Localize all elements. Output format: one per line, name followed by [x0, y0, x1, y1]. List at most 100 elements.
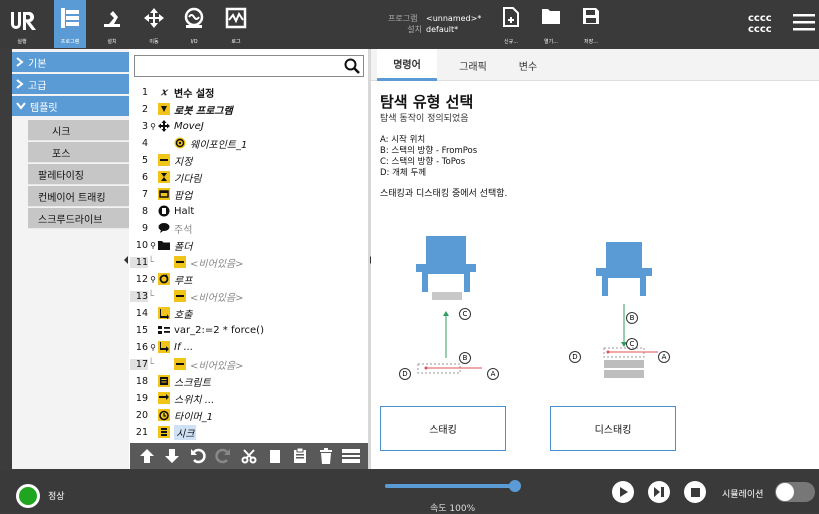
collapse-left-arrow-icon[interactable] — [123, 255, 129, 265]
sidebar-item-force[interactable]: 포스 — [28, 142, 129, 163]
tab-variables[interactable]: 변수 — [503, 49, 553, 81]
search-input[interactable] — [134, 55, 364, 77]
nav-program[interactable]: 프로그램 — [54, 0, 86, 48]
sidebar-templates[interactable]: 템플릿 — [12, 96, 129, 116]
tree-row[interactable]: 14 호출 — [130, 305, 368, 322]
tree-row[interactable]: 15 var_2:=2 * force() — [130, 322, 368, 339]
tree-row[interactable]: 18 스크립트 — [130, 373, 368, 390]
line-number: 19 — [135, 392, 148, 404]
tree-row[interactable]: 4 웨이포인트_1 — [130, 135, 368, 152]
cut-button[interactable] — [239, 446, 259, 466]
chevron-right-icon — [16, 57, 24, 67]
tree-row[interactable]: 16 ⚲ If ... — [130, 339, 368, 356]
redo-button[interactable] — [213, 446, 233, 466]
instruction-text: 스태킹과 디스태킹 중에서 선택함. — [380, 189, 508, 199]
destacking-button[interactable]: 디스태킹 — [550, 406, 676, 451]
tree-row[interactable]: 1 𝑥 변수 설정 — [130, 84, 368, 101]
tree-row[interactable]: 6 기다림 — [130, 169, 368, 186]
step-button[interactable] — [648, 481, 670, 503]
nav-log[interactable]: 로그 — [220, 0, 252, 48]
program-icon — [61, 8, 79, 28]
clipboard-icon — [294, 448, 307, 463]
tree-row-label: 지정 — [174, 156, 193, 168]
nav-io-label: I/O — [190, 39, 198, 45]
expand-pin-icon[interactable]: ⚲ — [148, 241, 158, 250]
toggle-knob — [776, 483, 794, 501]
empty-icon — [174, 358, 186, 371]
simulation-toggle[interactable] — [775, 482, 815, 502]
copy-button[interactable] — [265, 446, 285, 466]
if-icon — [158, 341, 170, 354]
tab-command[interactable]: 명령어 — [377, 49, 437, 81]
empty-icon — [174, 256, 186, 269]
sidebar-advanced[interactable]: 고급 — [12, 74, 129, 94]
undo-button[interactable] — [188, 446, 208, 466]
tree-row[interactable]: 11 └ <비어있음> — [130, 254, 368, 271]
stop-button[interactable] — [684, 481, 706, 503]
tree-row[interactable]: 7 팝업 — [130, 186, 368, 203]
tab-graphics[interactable]: 그래픽 — [443, 49, 503, 81]
line-number: 17 — [130, 358, 148, 370]
new-file-button[interactable]: 신규... — [498, 0, 524, 48]
line-number: 5 — [141, 154, 148, 166]
program-tree: 1 𝑥 변수 설정 2 로봇 프로그램 3 ⚲ MoveJ 4 웨이포인트_1 … — [130, 49, 368, 469]
delete-button[interactable] — [316, 446, 336, 466]
stacking-illustration — [416, 236, 482, 374]
speed-slider-thumb[interactable] — [509, 480, 521, 492]
tree-row[interactable]: 9 주석 — [130, 220, 368, 237]
step-icon — [654, 487, 664, 497]
paste-button[interactable] — [290, 446, 310, 466]
play-button[interactable] — [612, 481, 634, 503]
tree-row[interactable]: 8 Halt — [130, 203, 368, 220]
sidebar-item-seek[interactable]: 시크 — [28, 120, 129, 141]
tree-row[interactable]: 19 스위치 ... — [130, 390, 368, 407]
sidebar-basic[interactable]: 기본 — [12, 52, 129, 72]
hamburger-menu-button[interactable] — [793, 12, 815, 34]
nav-move[interactable]: 이동 — [138, 0, 170, 48]
redo-icon — [215, 448, 231, 464]
tree-toolbar — [130, 443, 368, 469]
move-down-button[interactable] — [162, 446, 182, 466]
tab-label: 그래픽 — [459, 61, 487, 73]
save-file-button[interactable]: 저장... — [578, 0, 604, 48]
hourglass-icon — [158, 171, 170, 184]
expand-pin-icon[interactable]: ⚲ — [148, 122, 158, 131]
flag-icon — [158, 103, 170, 116]
speed-slider[interactable] — [385, 480, 521, 492]
suppress-button[interactable] — [341, 446, 361, 466]
sidebar-item-palletizing[interactable]: 팔레타이징 — [28, 164, 129, 185]
nav-install[interactable]: 설치 — [96, 0, 128, 48]
arrow-up-icon — [139, 449, 154, 463]
open-file-button[interactable]: 열기... — [538, 0, 564, 48]
marker-a-destack: A — [658, 351, 670, 363]
tree-row[interactable]: 17 └ <비어있음> — [130, 356, 368, 373]
tab-label: 명령어 — [393, 60, 421, 71]
tree-row[interactable]: 20 타이머_1 — [130, 407, 368, 424]
expand-pin-icon[interactable]: ⚲ — [148, 275, 158, 284]
expand-pin-icon[interactable]: ⚲ — [148, 343, 158, 352]
status-indicator[interactable] — [16, 484, 40, 508]
tree-row-label: If ... — [174, 341, 194, 353]
status-ok-icon — [19, 487, 37, 505]
tree-row[interactable]: 3 ⚲ MoveJ — [130, 118, 368, 135]
sidebar-item-conveyor-tracking[interactable]: 컨베이어 트래킹 — [28, 186, 129, 207]
search-icon[interactable] — [344, 58, 360, 74]
line-number: 20 — [135, 409, 148, 421]
legend-item: D: 개체 두께 — [380, 168, 427, 178]
sidebar-item-screwdriving[interactable]: 스크루드라이브 — [28, 208, 129, 229]
program-info: 프로그램 <unnamed>* 설치 default* — [388, 13, 481, 35]
nav-io[interactable]: I/O — [178, 0, 210, 48]
empty-icon — [174, 290, 186, 303]
stacking-button[interactable]: 스태킹 — [380, 406, 506, 451]
tree-row[interactable]: 10 ⚲ 폴더 — [130, 237, 368, 254]
nav-run[interactable]: 실행 — [8, 0, 36, 48]
page-subtitle: 탐색 동작이 정의되었음 — [380, 114, 469, 124]
move-up-button[interactable] — [137, 446, 157, 466]
tree-row[interactable]: 5 지정 — [130, 152, 368, 169]
tree-row[interactable]: 2 로봇 프로그램 — [130, 101, 368, 118]
tree-row[interactable]: 21 시크 — [130, 424, 368, 441]
simulation-label: 시뮬레이션 — [722, 490, 764, 500]
tree-row[interactable]: 13 └ <비어있음> — [130, 288, 368, 305]
tree-row-label: 스위치 ... — [174, 394, 215, 406]
tree-row[interactable]: 12 ⚲ 루프 — [130, 271, 368, 288]
